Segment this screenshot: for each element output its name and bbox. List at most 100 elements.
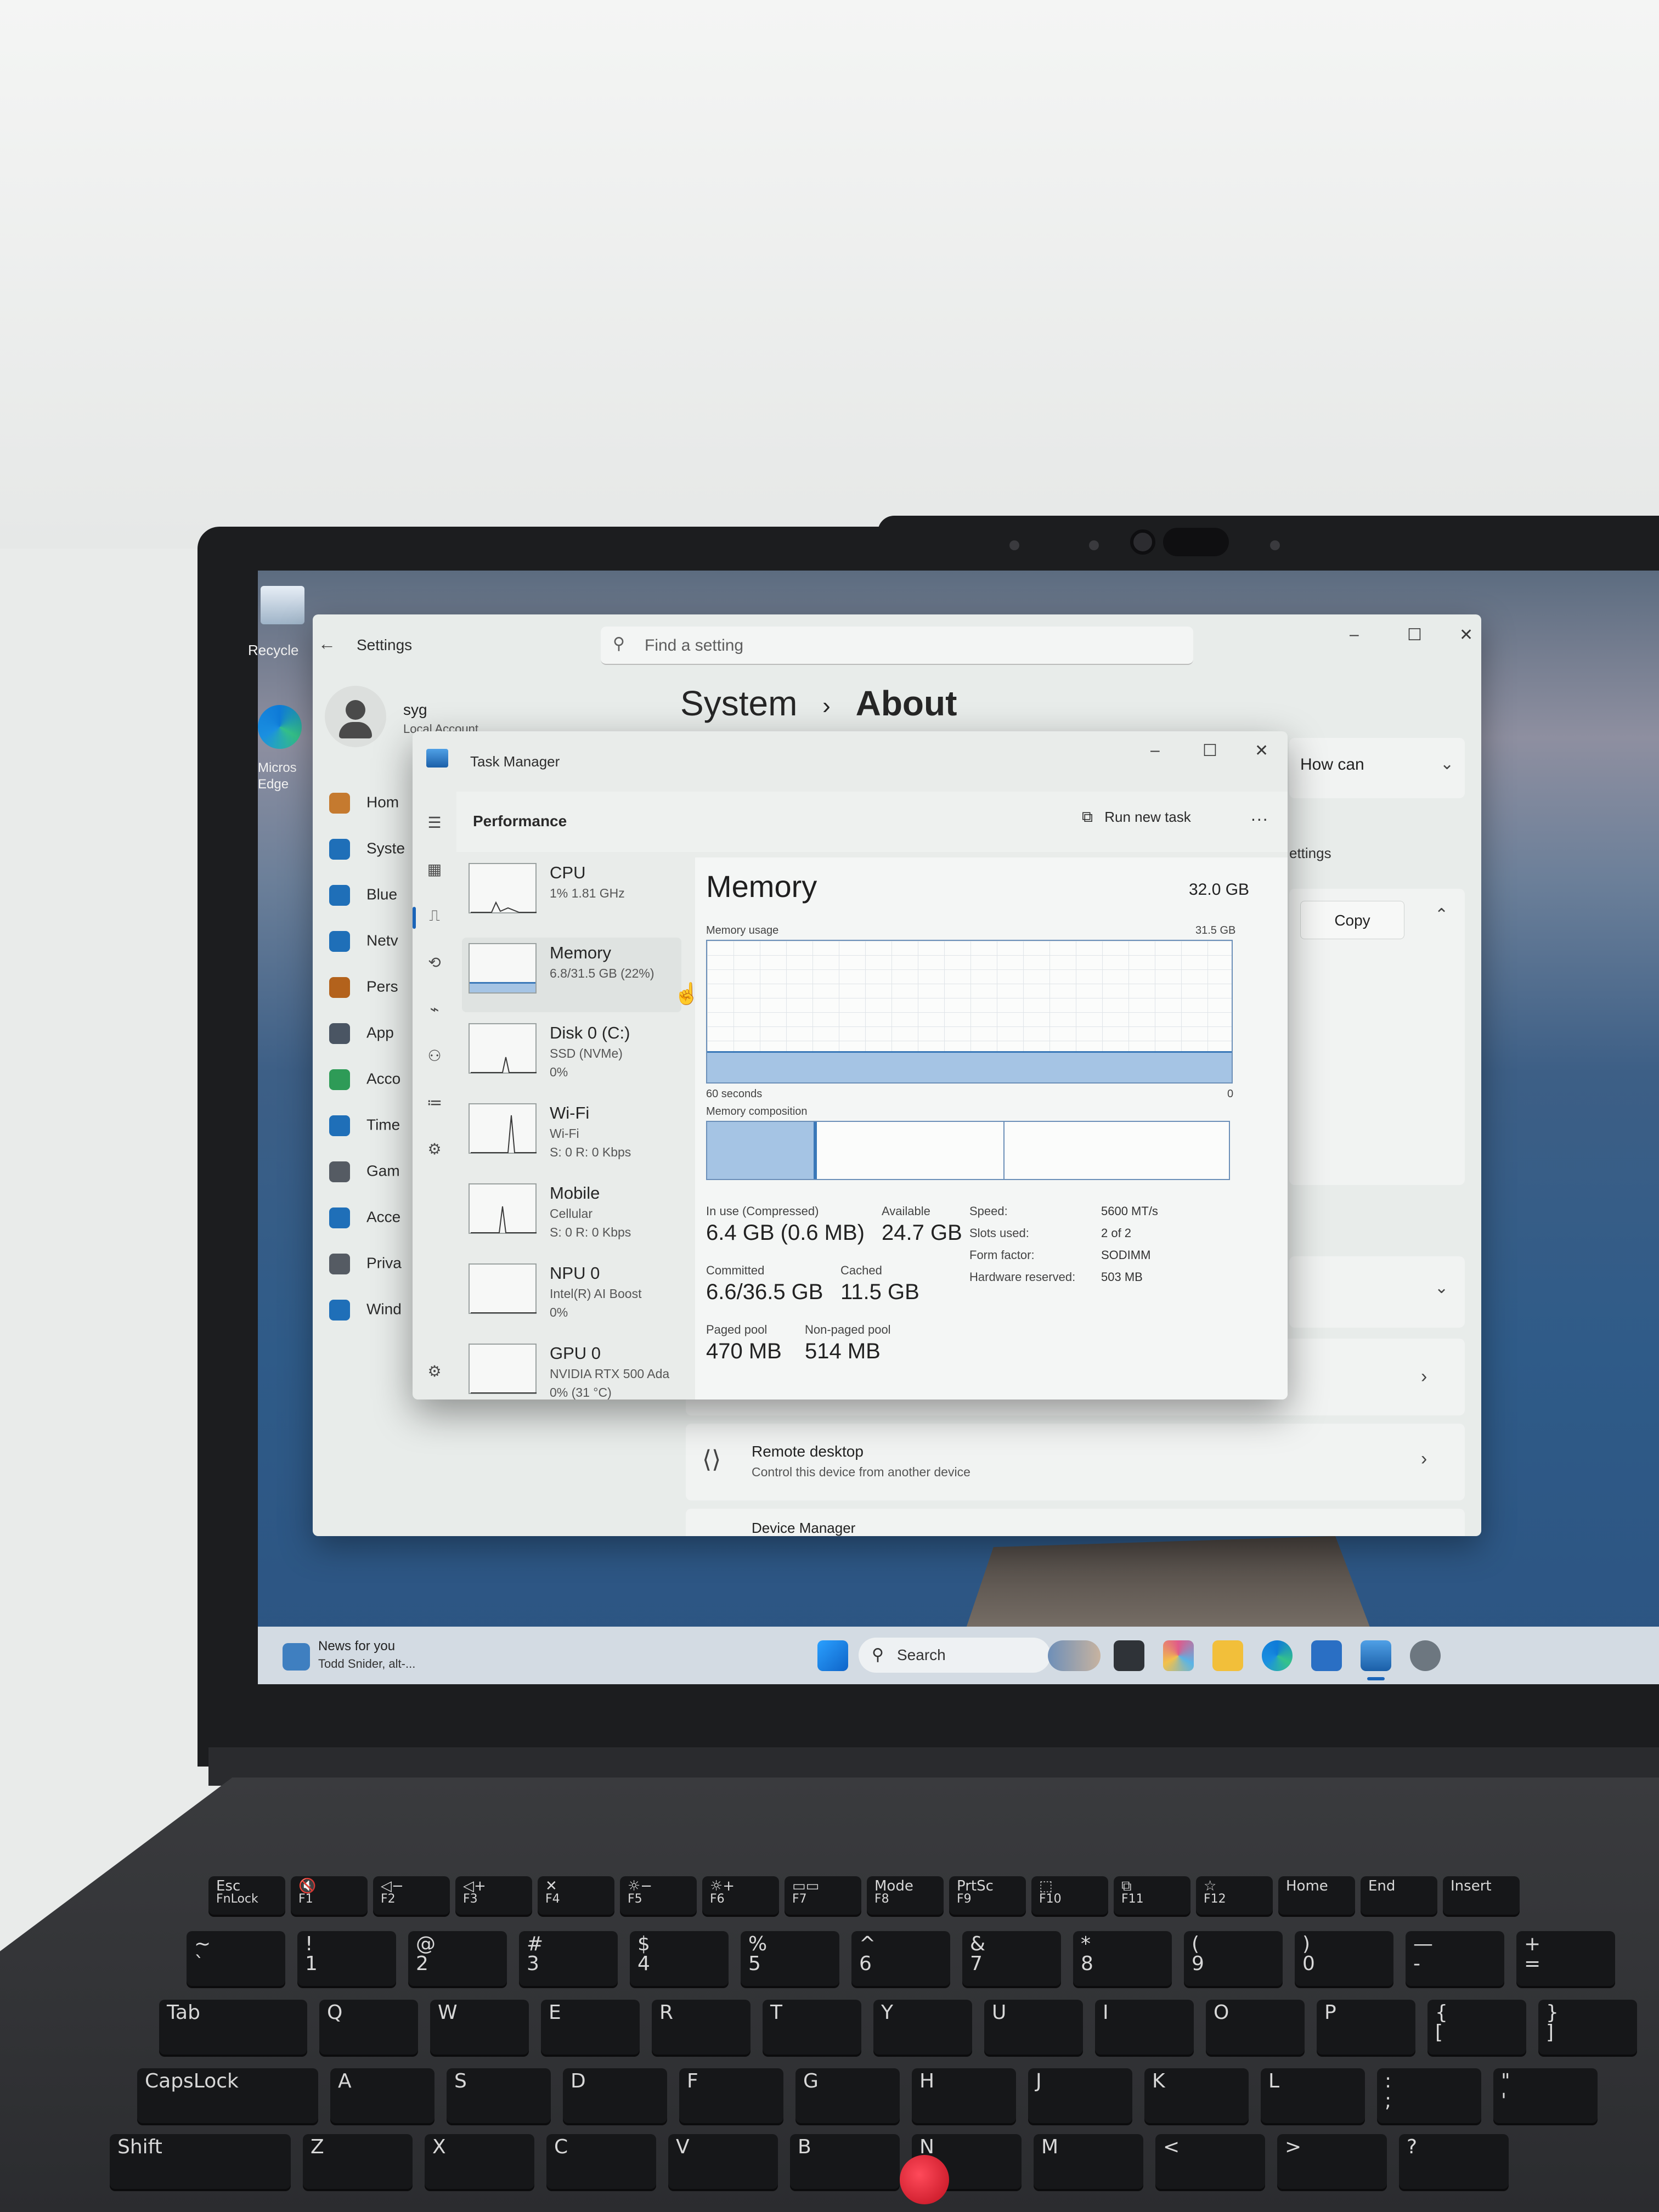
maximize-icon[interactable]: ☐ xyxy=(1203,741,1217,760)
keyboard-key[interactable]: Home xyxy=(1278,1876,1355,1915)
keyboard-key[interactable]: { [ xyxy=(1427,2000,1526,2055)
keyboard-key[interactable]: K xyxy=(1144,2068,1249,2123)
keyboard-key[interactable]: @ 2 xyxy=(408,1931,507,1986)
keyboard-key[interactable]: Q xyxy=(319,2000,418,2055)
more-options-icon[interactable]: ... xyxy=(1251,805,1269,825)
keyboard-key[interactable]: I xyxy=(1095,2000,1194,2055)
performance-icon[interactable]: ⎍ xyxy=(425,907,444,927)
copilot-icon[interactable] xyxy=(1163,1640,1194,1671)
chevron-up-icon[interactable]: ⌃ xyxy=(1435,905,1448,924)
keyboard-key[interactable]: O xyxy=(1206,2000,1305,2055)
app-history-icon[interactable]: ⟲ xyxy=(425,953,444,973)
keyboard-key[interactable]: L xyxy=(1261,2068,1365,2123)
store-icon[interactable] xyxy=(1311,1640,1342,1671)
keyboard-key[interactable]: J xyxy=(1028,2068,1132,2123)
edge-icon[interactable] xyxy=(258,705,302,749)
keyboard-key[interactable]: — - xyxy=(1406,1931,1504,1986)
keyboard-key[interactable]: ▭▭ F7 xyxy=(785,1876,861,1915)
close-icon[interactable]: ✕ xyxy=(1255,741,1268,760)
recycle-bin-icon[interactable] xyxy=(261,586,304,624)
keyboard-key[interactable]: % 5 xyxy=(741,1931,839,1986)
services-icon[interactable]: ⚙ xyxy=(425,1140,444,1160)
keyboard-key[interactable]: Shift xyxy=(110,2134,291,2189)
minimize-icon[interactable]: – xyxy=(1150,741,1160,760)
keyboard-key[interactable]: D xyxy=(563,2068,667,2123)
edge-icon[interactable] xyxy=(1262,1640,1293,1671)
keyboard-key[interactable]: * 8 xyxy=(1073,1931,1172,1986)
list-item[interactable]: Wi-Fi Wi-Fi S: 0 R: 0 Kbps xyxy=(462,1098,681,1172)
close-icon[interactable]: ✕ xyxy=(1459,625,1473,645)
breadcrumb-parent[interactable]: System xyxy=(680,684,797,723)
keyboard-key[interactable]: Y xyxy=(873,2000,972,2055)
keyboard-key[interactable]: ◁− F2 xyxy=(373,1876,450,1915)
settings-gear-icon[interactable]: ⚙ xyxy=(425,1362,444,1382)
keyboard-key[interactable]: G xyxy=(795,2068,900,2123)
trackpoint[interactable] xyxy=(900,2155,949,2204)
keyboard-key[interactable]: ◁+ F3 xyxy=(455,1876,532,1915)
keyboard-key[interactable]: ☼+ F6 xyxy=(702,1876,779,1915)
list-item[interactable]: Disk 0 (C:) SSD (NVMe) 0% xyxy=(462,1018,681,1092)
keyboard-key[interactable]: ? xyxy=(1399,2134,1509,2189)
list-item[interactable]: CPU 1% 1.81 GHz xyxy=(462,857,681,932)
maximize-icon[interactable]: ☐ xyxy=(1407,625,1422,645)
keyboard-key[interactable]: ) 0 xyxy=(1295,1931,1393,1986)
keyboard-key[interactable]: ⧉ F11 xyxy=(1114,1876,1190,1915)
keyboard-key[interactable]: & 7 xyxy=(962,1931,1061,1986)
list-item[interactable]: GPU 0 NVIDIA RTX 500 Ada 0% (31 °C) xyxy=(462,1338,681,1400)
settings-search-input[interactable]: ⚲ Find a setting xyxy=(601,627,1193,665)
keyboard-key[interactable]: Mode F8 xyxy=(867,1876,944,1915)
hamburger-icon[interactable]: ☰ xyxy=(425,814,444,833)
users-icon[interactable]: ⚇ xyxy=(425,1047,444,1066)
keyboard-key[interactable]: : ; xyxy=(1377,2068,1481,2123)
keyboard-key[interactable]: > xyxy=(1277,2134,1387,2189)
list-item[interactable]: NPU 0 Intel(R) AI Boost 0% xyxy=(462,1258,681,1333)
run-new-task-button[interactable]: ⧉ Run new task xyxy=(1082,808,1191,826)
taskbar-search[interactable]: ⚲ Search xyxy=(859,1638,1051,1673)
keyboard-key[interactable]: S xyxy=(447,2068,551,2123)
keyboard-key[interactable]: Z xyxy=(303,2134,413,2189)
task-view-icon[interactable] xyxy=(1114,1640,1144,1671)
keyboard-key[interactable]: ⬚ F10 xyxy=(1031,1876,1108,1915)
keyboard-key[interactable]: P xyxy=(1317,2000,1415,2055)
help-card[interactable]: How can ⌄ xyxy=(1289,738,1465,798)
list-item[interactable]: Mobile Cellular S: 0 R: 0 Kbps xyxy=(462,1178,681,1252)
keyboard-key[interactable]: " ' xyxy=(1493,2068,1598,2123)
keyboard-key[interactable]: H xyxy=(912,2068,1016,2123)
keyboard-key[interactable]: M xyxy=(1034,2134,1143,2189)
keyboard-key[interactable]: T xyxy=(763,2000,861,2055)
keyboard-key[interactable]: X xyxy=(425,2134,534,2189)
keyboard-key[interactable]: ! 1 xyxy=(297,1931,396,1986)
remote-desktop-row[interactable]: ⟨⟩ Remote desktop Control this device fr… xyxy=(686,1424,1465,1500)
keyboard-key[interactable]: End xyxy=(1361,1876,1437,1915)
back-arrow-icon[interactable]: ← xyxy=(318,634,336,654)
device-manager-row[interactable]: Device Manager xyxy=(686,1509,1465,1536)
processes-icon[interactable]: ▦ xyxy=(425,860,444,880)
keyboard-key[interactable]: $ 4 xyxy=(630,1931,729,1986)
details-icon[interactable]: ≔ xyxy=(425,1093,444,1113)
keyboard-key[interactable]: # 3 xyxy=(519,1931,618,1986)
keyboard-key[interactable]: ( 9 xyxy=(1184,1931,1283,1986)
keyboard-key[interactable]: ☆ F12 xyxy=(1196,1876,1273,1915)
news-widget-icon[interactable] xyxy=(283,1643,310,1671)
keyboard-key[interactable]: CapsLock xyxy=(137,2068,318,2123)
startup-apps-icon[interactable]: ⌁ xyxy=(425,1000,444,1020)
minimize-icon[interactable]: – xyxy=(1350,625,1359,644)
keyboard-key[interactable]: ~ ` xyxy=(187,1931,285,1986)
keyboard-key[interactable]: ^ 6 xyxy=(851,1931,950,1986)
keyboard-key[interactable]: PrtSc F9 xyxy=(949,1876,1026,1915)
keyboard-key[interactable]: 🔇 F1 xyxy=(291,1876,368,1915)
keyboard-key[interactable]: R xyxy=(652,2000,751,2055)
keyboard-key[interactable]: U xyxy=(984,2000,1083,2055)
task-manager-icon[interactable] xyxy=(1361,1640,1391,1671)
keyboard-key[interactable]: ☼− F5 xyxy=(620,1876,697,1915)
keyboard-key[interactable]: + = xyxy=(1516,1931,1615,1986)
news-title[interactable]: News for you xyxy=(318,1639,395,1654)
settings-gear-icon[interactable] xyxy=(1410,1640,1441,1671)
keyboard-key[interactable]: V xyxy=(668,2134,778,2189)
keyboard-key[interactable]: A xyxy=(330,2068,435,2123)
keyboard-key[interactable]: < xyxy=(1155,2134,1265,2189)
copy-button[interactable]: Copy xyxy=(1300,901,1404,939)
keyboard-key[interactable]: Tab xyxy=(159,2000,307,2055)
keyboard-key[interactable]: ✕ F4 xyxy=(538,1876,614,1915)
file-explorer-icon[interactable] xyxy=(1212,1640,1243,1671)
